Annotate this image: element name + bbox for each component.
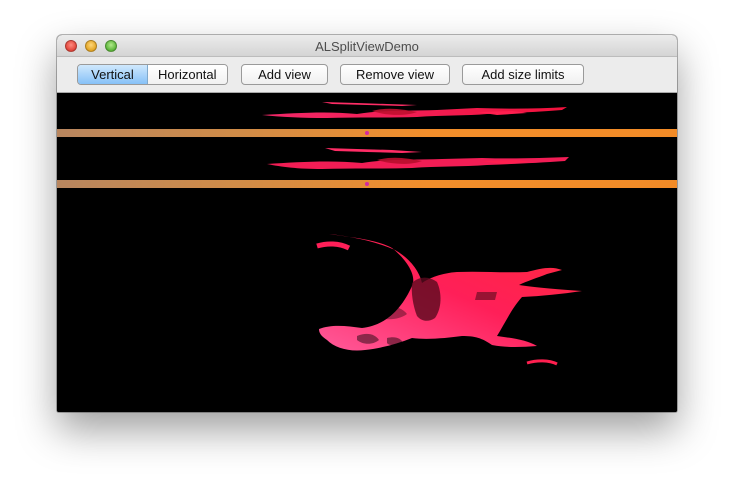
- split-view: [57, 93, 677, 412]
- divider-handle-icon[interactable]: [365, 182, 369, 186]
- pane-artwork: [316, 234, 582, 366]
- remove-view-button[interactable]: Remove view: [340, 64, 450, 85]
- segment-vertical[interactable]: Vertical: [78, 65, 148, 84]
- window-title: ALSplitViewDemo: [315, 39, 419, 54]
- pane-artwork: [267, 148, 569, 169]
- add-size-limits-button[interactable]: Add size limits: [462, 64, 584, 85]
- pane-artwork: [262, 102, 567, 118]
- app-window: ALSplitViewDemo Vertical Horizontal Add …: [57, 35, 677, 412]
- split-divider-1[interactable]: [57, 129, 677, 137]
- split-pane-1: [57, 93, 677, 129]
- toolbar: Vertical Horizontal Add view Remove view…: [57, 57, 677, 93]
- split-divider-2[interactable]: [57, 180, 677, 188]
- add-view-button[interactable]: Add view: [241, 64, 328, 85]
- divider-handle-icon[interactable]: [365, 131, 369, 135]
- segment-horizontal[interactable]: Horizontal: [148, 65, 227, 84]
- orientation-segmented-control[interactable]: Vertical Horizontal: [77, 64, 228, 85]
- title-bar[interactable]: ALSplitViewDemo: [57, 35, 677, 57]
- split-pane-3: [57, 188, 677, 412]
- split-pane-2: [57, 137, 677, 180]
